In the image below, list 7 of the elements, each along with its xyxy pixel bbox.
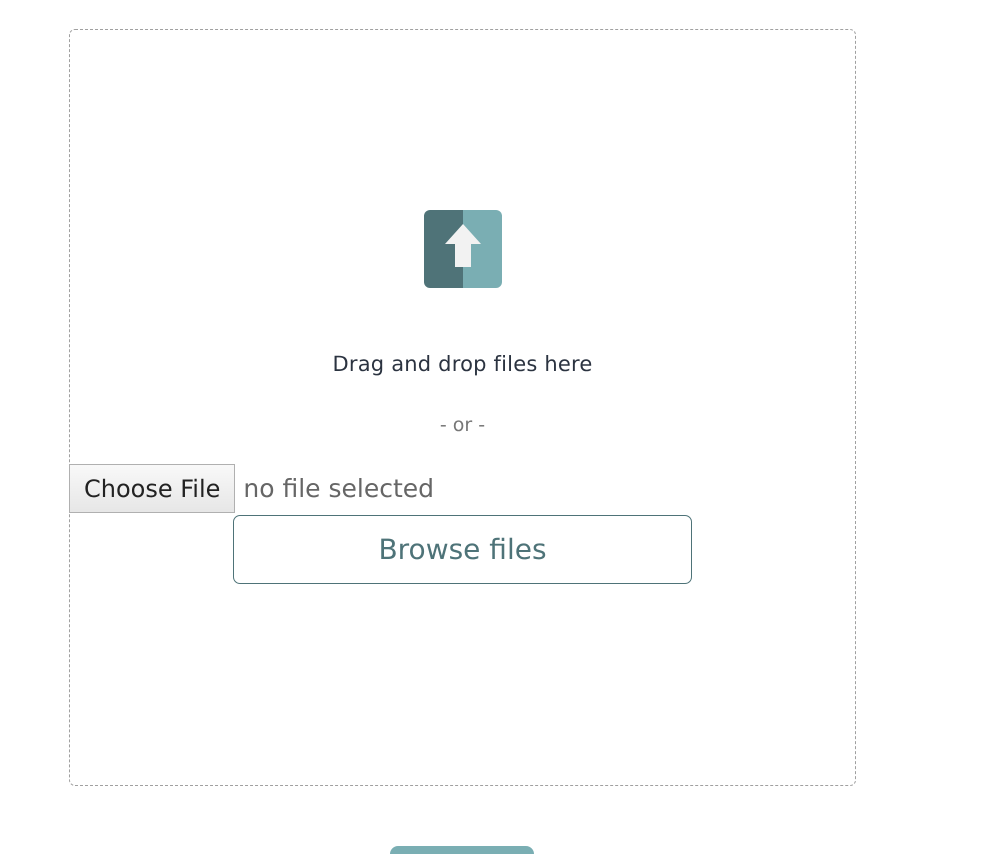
file-status: no file selected (243, 474, 434, 503)
drop-prompt: Drag and drop files here (332, 352, 592, 376)
choose-file-button[interactable]: Choose File (69, 464, 236, 513)
upload-icon (424, 210, 502, 288)
drop-zone[interactable]: Drag and drop files here - or - Choose File no file selected Browse files (69, 29, 856, 786)
separator-text: - or - (440, 414, 486, 436)
browse-files-button[interactable]: Browse files (233, 515, 692, 584)
